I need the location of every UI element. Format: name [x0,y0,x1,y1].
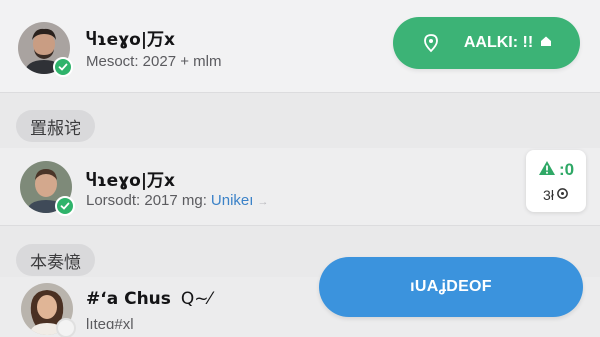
contact-subtitle: Mesoct: 2027 + mlm [86,53,222,70]
section-header-1: 置赧诧 [16,110,95,142]
contact-name-text: #ʻa Chus [86,289,171,309]
online-status-check-icon [53,57,73,77]
contact-link[interactable]: Unikeı [211,192,254,209]
contact-subtitle-text: Lorsodt: 2017 mg: [86,192,207,209]
green-action-button[interactable]: AALKI: !! [393,17,580,69]
mini-status-card[interactable]: :0 3ł [526,150,586,212]
avatar-3-wrap[interactable] [21,283,76,337]
mini-card-bottom-text: 3ł [543,186,554,203]
green-action-label: AALKI: !! [463,34,534,51]
refresh-icon [556,187,569,203]
search-icon: Q~⁄ [180,289,212,309]
blue-action-button[interactable]: ıUAʝDEOF [319,257,583,317]
avatar-2-wrap[interactable] [20,161,75,216]
home-icon [539,34,553,53]
contact-subtitle: Lorsodt: 2017 mg: Unikeı → [86,192,268,209]
avatar-1-wrap[interactable] [18,22,73,77]
contact-name: Ⴗɿeɣo|万x [86,30,176,50]
mini-card-top-text: :0 [558,160,575,179]
location-pin-icon [420,32,442,54]
contact-name: #ʻa Chus Q~⁄ [86,289,211,309]
contact-subtitle: lıteɑ#xl [86,316,134,333]
arrow-hint: → [257,196,269,208]
alert-triangle-icon [538,160,556,181]
online-status-check-icon [55,196,75,216]
section-header-2: 本奏憶 [16,244,95,276]
contact-name: Ⴗɿeɣo|万x [86,171,176,191]
pending-status-icon [56,318,76,337]
